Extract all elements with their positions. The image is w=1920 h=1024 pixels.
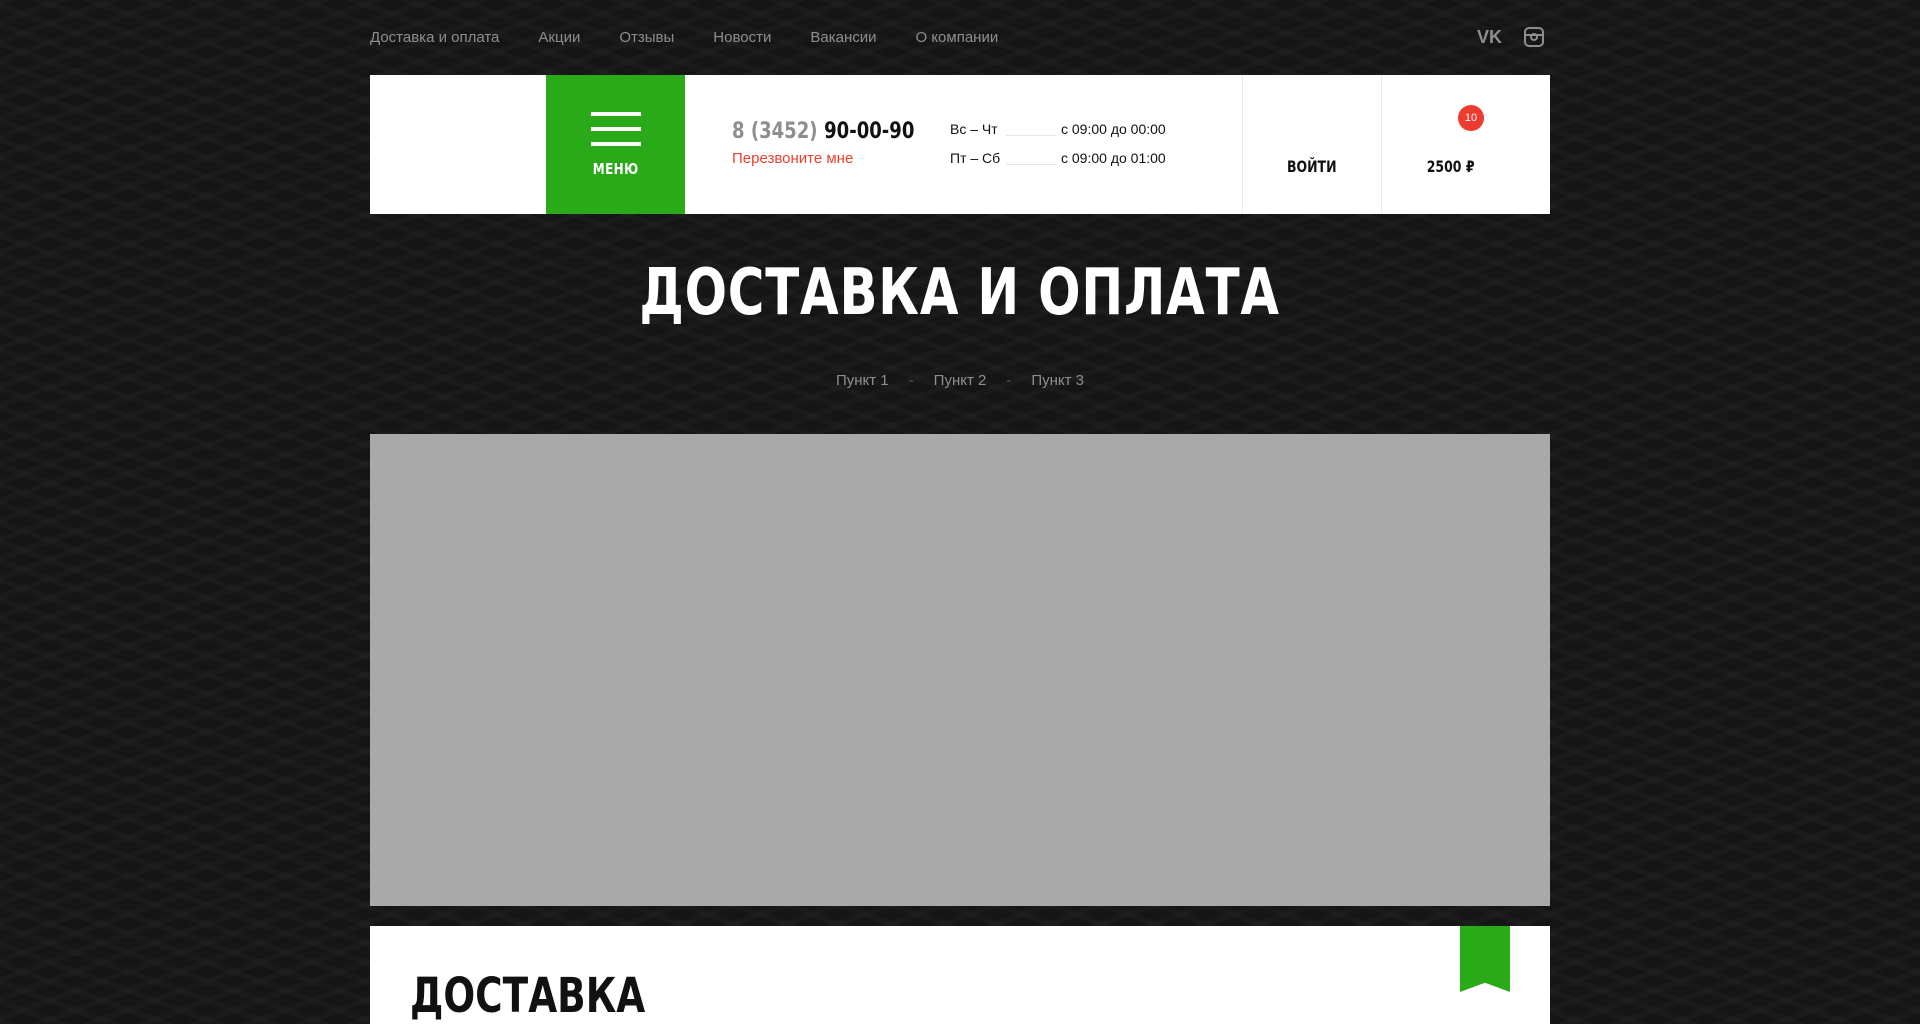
social-links: VK	[1477, 27, 1544, 48]
login-button[interactable]: ВОЙТИ	[1242, 75, 1381, 214]
menu-label: МЕНЮ	[592, 159, 639, 178]
vk-icon[interactable]: VK	[1477, 27, 1502, 48]
nav-link-vacancies[interactable]: Вакансии	[810, 29, 876, 46]
nav-link-delivery[interactable]: Доставка и оплата	[370, 29, 499, 46]
phone-block: 8 (3452) 90-00-90 Перезвоните мне	[685, 75, 950, 214]
bookmark-ribbon-icon	[1460, 926, 1510, 992]
breadcrumb-separator: -	[908, 372, 914, 389]
content-card: ДОСТАВКА	[370, 926, 1550, 1024]
page-title-block: ДОСТАВКА И ОПЛАТА	[0, 256, 1920, 330]
phone-main: 90-00-90	[824, 119, 915, 144]
hours-time: с 09:00 до 01:00	[1061, 150, 1166, 166]
hours-days: Пт – Сб	[950, 150, 1001, 166]
breadcrumb-item[interactable]: Пункт 2	[934, 372, 987, 389]
breadcrumb-separator: -	[1006, 372, 1012, 389]
site-header: МЕНЮ 8 (3452) 90-00-90 Перезвоните мне Вс…	[370, 75, 1550, 214]
working-hours: Вс – Чт с 09:00 до 00:00 Пт – Сб с 09:00…	[950, 75, 1242, 214]
login-label: ВОЙТИ	[1287, 157, 1337, 176]
top-navigation: Доставка и оплата Акции Отзывы Новости В…	[370, 0, 1550, 74]
nav-link-news[interactable]: Новости	[713, 29, 771, 46]
hours-divider	[1006, 134, 1056, 136]
breadcrumb: Пункт 1 - Пункт 2 - Пункт 3	[0, 372, 1920, 389]
callback-link[interactable]: Перезвоните мне	[732, 150, 950, 167]
cart-count-badge: 10	[1458, 105, 1484, 131]
cart-sum: 2500 ₽	[1427, 157, 1475, 176]
nav-link-reviews[interactable]: Отзывы	[619, 29, 674, 46]
instagram-icon[interactable]	[1524, 27, 1544, 47]
hamburger-icon	[590, 111, 641, 146]
phone-code: 8 (3452)	[732, 119, 818, 144]
nav-link-promotions[interactable]: Акции	[538, 29, 580, 46]
nav-link-about[interactable]: О компании	[915, 29, 998, 46]
menu-button[interactable]: МЕНЮ	[546, 75, 685, 214]
breadcrumb-item[interactable]: Пункт 1	[836, 372, 889, 389]
page-title: ДОСТАВКА И ОПЛАТА	[639, 256, 1281, 330]
section-title: ДОСТАВКА	[410, 968, 646, 1024]
top-menu: Доставка и оплата Акции Отзывы Новости В…	[370, 29, 1037, 46]
hours-row: Пт – Сб с 09:00 до 01:00	[950, 140, 1242, 176]
phone-number[interactable]: 8 (3452) 90-00-90	[732, 119, 915, 144]
cart-button[interactable]: 10 2500 ₽	[1381, 75, 1520, 214]
banner-image	[370, 434, 1550, 906]
breadcrumb-item[interactable]: Пункт 3	[1031, 372, 1084, 389]
logo-area	[370, 75, 546, 214]
hours-divider	[1006, 163, 1056, 165]
